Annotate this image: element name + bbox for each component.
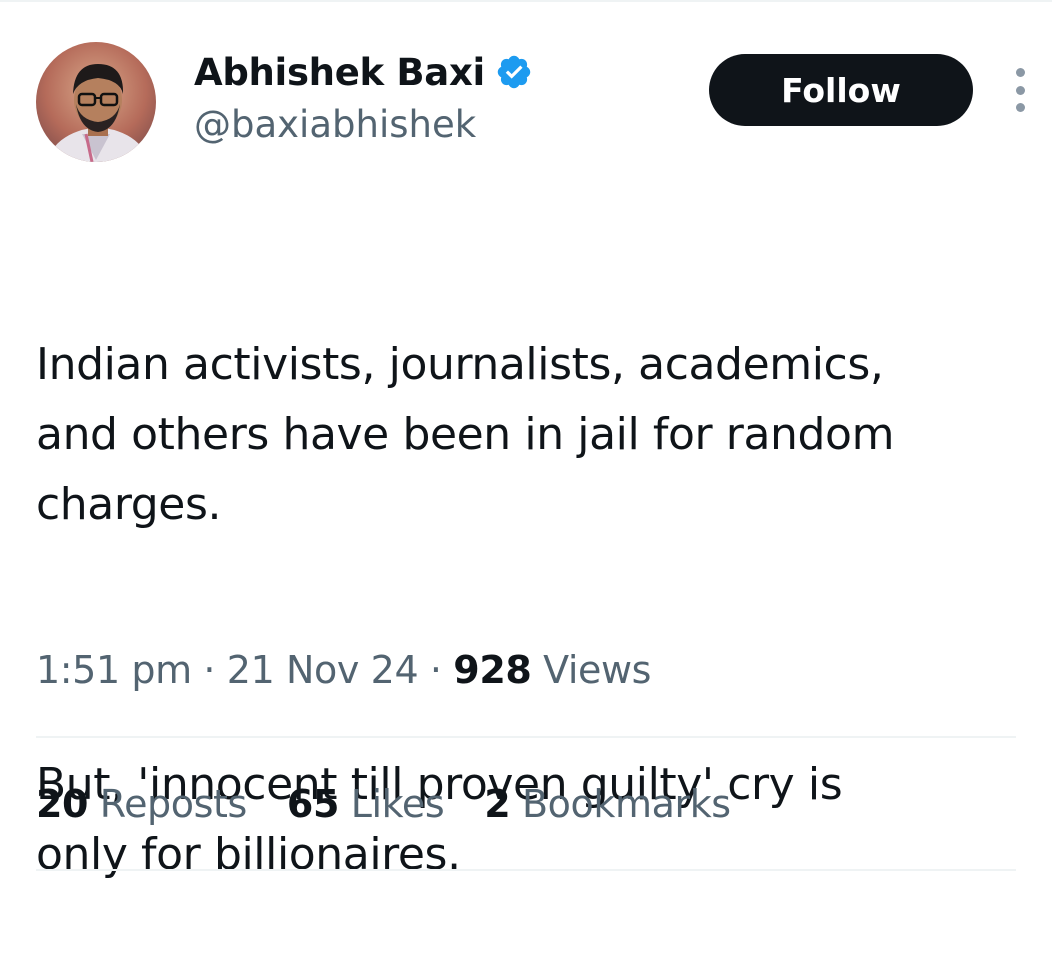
bookmarks-stat[interactable]: 2 Bookmarks: [484, 782, 731, 826]
bottom-divider: [36, 869, 1016, 871]
bookmarks-count: 2: [484, 782, 511, 826]
more-dot-icon: [1015, 68, 1025, 77]
likes-count: 65: [286, 782, 340, 826]
meta-divider: [36, 736, 1016, 738]
tweet-meta: 1:51 pm · 21 Nov 24 · 928 Views: [36, 648, 651, 692]
avatar[interactable]: [36, 42, 156, 162]
bookmarks-label: Bookmarks: [522, 782, 731, 826]
views-label: Views: [543, 648, 652, 692]
tweet-body: Indian activists, journalists, academics…: [36, 190, 1036, 960]
tweet-date[interactable]: 21 Nov 24: [227, 648, 419, 692]
meta-separator: ·: [191, 648, 227, 692]
follow-button[interactable]: Follow: [709, 54, 973, 126]
likes-stat[interactable]: 65 Likes: [286, 782, 445, 826]
more-dot-icon: [1015, 103, 1025, 112]
more-vertical-icon[interactable]: [1006, 68, 1034, 112]
author-handle[interactable]: @baxiabhishek: [194, 103, 476, 146]
author-name[interactable]: Abhishek Baxi: [194, 51, 485, 94]
top-divider: [0, 0, 1052, 2]
verified-badge-icon[interactable]: [495, 53, 533, 91]
views-count: 928: [453, 648, 532, 692]
reposts-count: 20: [36, 782, 89, 826]
more-dot-icon: [1015, 85, 1025, 95]
engagement-stats: 20 Reposts 65 Likes 2 Bookmarks: [36, 782, 731, 826]
author-row: Abhishek Baxi: [194, 46, 533, 98]
likes-label: Likes: [350, 782, 445, 826]
reposts-label: Reposts: [99, 782, 248, 826]
reposts-stat[interactable]: 20 Reposts: [36, 782, 247, 826]
tweet-time[interactable]: 1:51 pm: [36, 648, 192, 692]
meta-separator: ·: [418, 648, 454, 692]
tweet-paragraph: Indian activists, journalists, academics…: [36, 339, 895, 530]
avatar-photo: [36, 42, 156, 162]
